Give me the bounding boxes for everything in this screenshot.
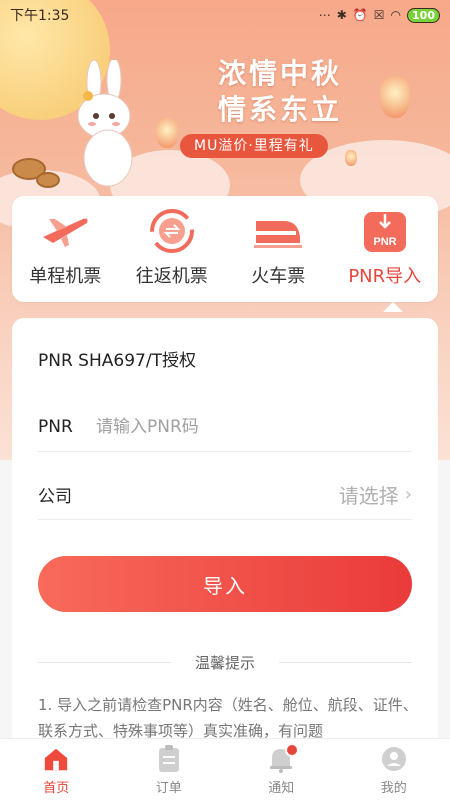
pnr-input[interactable] xyxy=(96,416,412,437)
lantern-illustration xyxy=(156,118,178,148)
notification-badge xyxy=(285,743,299,757)
company-select[interactable]: 请选择 › xyxy=(96,480,412,509)
chevron-right-icon: › xyxy=(404,484,412,505)
lantern-illustration xyxy=(380,76,410,118)
category-pnr-import[interactable]: PNR PNR导入 xyxy=(335,208,435,288)
tips-header: 温馨提示 xyxy=(38,652,413,673)
tab-profile[interactable]: 我的 xyxy=(338,739,450,800)
mooncake-illustration xyxy=(36,172,60,188)
sim-icon: ☒ xyxy=(373,8,385,22)
home-icon xyxy=(42,745,70,773)
tab-orders[interactable]: 订单 xyxy=(113,739,226,800)
category-label: 单程机票 xyxy=(29,266,102,287)
tab-notifications[interactable]: 通知 xyxy=(225,739,338,800)
category-menu: 单程机票 往返机票 火车票 PNR PNR导入 xyxy=(12,196,438,302)
tab-label: 通知 xyxy=(268,781,295,796)
form-title: PNR SHA697/T授权 xyxy=(38,351,196,371)
profile-icon xyxy=(380,745,408,773)
category-train[interactable]: 火车票 xyxy=(228,208,328,288)
tab-label: 首页 xyxy=(43,781,70,796)
category-label: PNR导入 xyxy=(348,266,422,287)
pnr-label: PNR xyxy=(38,416,73,437)
tab-label: 订单 xyxy=(155,781,182,796)
active-category-pointer xyxy=(383,302,403,312)
status-time: 下午1:35 xyxy=(10,8,70,24)
tips-title: 温馨提示 xyxy=(195,654,256,672)
company-placeholder: 请选择 xyxy=(338,484,399,508)
wifi-icon: ◠ xyxy=(390,8,402,22)
train-icon xyxy=(252,208,304,254)
status-icons: ⋯ ✱ ⏰ ☒ ◠ 100 xyxy=(318,7,440,23)
pnr-icon: PNR xyxy=(359,208,411,254)
tab-label: 我的 xyxy=(380,781,407,796)
category-label: 火车票 xyxy=(251,266,306,287)
pnr-icon-text: PNR xyxy=(373,236,396,248)
banner-title-line2: 情系东立 xyxy=(217,93,342,126)
banner-title: 浓情中秋 情系东立 xyxy=(200,56,360,128)
lantern-illustration xyxy=(345,150,357,166)
bottom-tab-bar: 首页 订单 通知 我的 xyxy=(0,738,450,800)
divider xyxy=(38,662,171,663)
round-trip-icon xyxy=(146,208,198,254)
category-label: 往返机票 xyxy=(135,266,208,287)
orders-icon xyxy=(155,745,183,773)
signal-icon: ⋯ xyxy=(318,8,331,22)
banner-title-line1: 浓情中秋 xyxy=(217,57,342,90)
company-row[interactable]: 公司 请选择 › xyxy=(38,470,412,520)
pnr-row: PNR xyxy=(38,402,412,452)
alarm-icon: ⏰ xyxy=(352,8,368,22)
category-round-trip[interactable]: 往返机票 xyxy=(122,208,222,288)
divider xyxy=(279,662,413,663)
rabbit-illustration xyxy=(77,60,133,187)
company-label: 公司 xyxy=(38,487,72,507)
plane-icon xyxy=(39,208,91,254)
status-bar: 下午1:35 ⋯ ✱ ⏰ ☒ ◠ 100 xyxy=(0,0,450,30)
import-button[interactable]: 导入 xyxy=(38,556,412,612)
battery-icon: 100 xyxy=(407,7,440,23)
app-root: 下午1:35 ⋯ ✱ ⏰ ☒ ◠ 100 浓情中秋 情系东立 MU溢价·里程有礼 xyxy=(0,0,450,800)
banner-slogan: MU溢价·里程有礼 xyxy=(180,134,328,158)
category-one-way[interactable]: 单程机票 xyxy=(15,208,115,288)
tab-home[interactable]: 首页 xyxy=(0,739,113,800)
pnr-form-card: PNR SHA697/T授权 PNR 公司 请选择 › 导入 温馨提示 1. 导… xyxy=(12,318,438,740)
bluetooth-icon: ✱ xyxy=(336,8,347,22)
tips-text: 1. 导入之前请检查PNR内容（姓名、舱位、航段、证件、联系方式、特殊事项等）真… xyxy=(38,696,418,740)
